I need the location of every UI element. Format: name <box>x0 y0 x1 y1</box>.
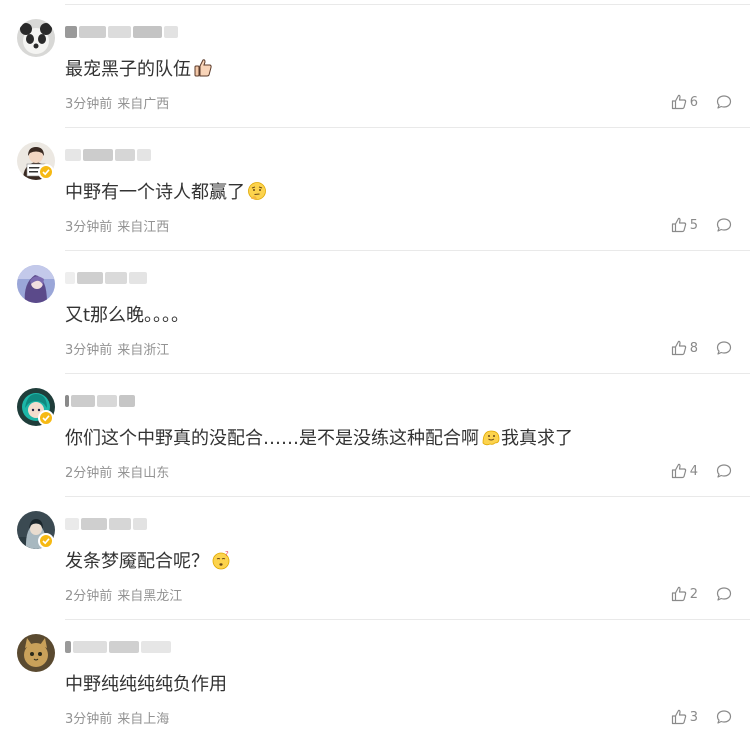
comment-meta: 2分钟前 来自黑龙江 <box>65 588 182 606</box>
comment-meta: 3分钟前 来自江西 <box>65 219 169 237</box>
comment-item: 最宠黑子的队伍 3分钟前 来自广西 6 <box>0 5 750 128</box>
reply-button[interactable] <box>716 586 732 602</box>
username-blurred[interactable] <box>65 22 180 42</box>
comment-text: 中野纯纯纯纯负作用 <box>65 674 227 695</box>
comment-item: 发条梦魇配合呢？? 2分钟前 来自黑龙江 2 <box>0 497 750 620</box>
comment-text: 发条梦魇配合呢？? <box>65 549 231 578</box>
comment-icon <box>716 218 732 232</box>
comment-location: 来自浙江 <box>117 343 170 358</box>
verified-badge-icon <box>38 164 54 180</box>
comment-location: 来自山东 <box>117 466 170 481</box>
like-count: 5 <box>689 217 698 233</box>
like-button[interactable]: 4 <box>671 463 698 479</box>
reply-button[interactable] <box>716 217 732 233</box>
reply-button[interactable] <box>716 94 732 110</box>
username-blurred[interactable] <box>65 391 180 411</box>
user-avatar[interactable] <box>17 19 55 57</box>
comment-time: 2分钟前 <box>65 466 113 481</box>
thumbs-up-icon <box>671 340 686 356</box>
like-count: 2 <box>689 586 698 602</box>
comment-time: 2分钟前 <box>65 589 113 604</box>
comment-location: 来自上海 <box>117 712 170 727</box>
username-blurred[interactable] <box>65 637 180 657</box>
comment-icon <box>716 464 732 478</box>
user-avatar[interactable] <box>17 634 55 672</box>
like-button[interactable]: 6 <box>671 94 698 110</box>
comment-location: 来自江西 <box>117 220 170 235</box>
comment-time: 3分钟前 <box>65 712 113 727</box>
username-blurred[interactable] <box>65 514 180 534</box>
comment-item: 你们这个中野真的没配合……是不是没练这种配合啊 我真求了 2分钟前 来自山东 4 <box>0 374 750 497</box>
thumbs-up-icon <box>671 463 686 479</box>
thumbs-up-icon <box>671 709 686 725</box>
comment-meta: 3分钟前 来自浙江 <box>65 342 169 360</box>
like-count: 6 <box>689 94 698 110</box>
comment-time: 3分钟前 <box>65 343 113 358</box>
like-button[interactable]: 3 <box>671 709 698 725</box>
comment-icon <box>716 587 732 601</box>
comment-time: 3分钟前 <box>65 97 113 112</box>
thumbs-up-icon <box>671 586 686 602</box>
comment-icon <box>716 710 732 724</box>
reply-button[interactable] <box>716 463 732 479</box>
thumbs-up-emoji <box>193 58 213 86</box>
verified-badge-icon <box>38 533 54 549</box>
like-count: 3 <box>689 709 698 725</box>
comment-meta: 3分钟前 来自上海 <box>65 711 169 729</box>
verified-badge-icon <box>38 410 54 426</box>
comment-icon <box>716 95 732 109</box>
svg-text:?: ? <box>225 550 229 558</box>
like-count: 8 <box>689 340 698 356</box>
comment-location: 来自广西 <box>117 97 170 112</box>
confused-face-emoji: ? <box>211 550 231 578</box>
comment-icon <box>716 341 732 355</box>
comment-meta: 2分钟前 来自山东 <box>65 465 169 483</box>
comment-text: 你们这个中野真的没配合……是不是没练这种配合啊 我真求了 <box>65 426 573 455</box>
thinking-face-emoji <box>247 181 267 209</box>
comment-text: 又t那么晚。。。。 <box>65 305 190 326</box>
melting-face-emoji <box>481 427 501 455</box>
comment-text: 最宠黑子的队伍 <box>65 57 213 86</box>
like-button[interactable]: 5 <box>671 217 698 233</box>
like-count: 4 <box>689 463 698 479</box>
username-blurred[interactable] <box>65 268 180 288</box>
thumbs-up-icon <box>671 94 686 110</box>
comment-text: 中野有一个诗人都赢了 <box>65 180 267 209</box>
comment-meta: 3分钟前 来自广西 <box>65 96 169 114</box>
thumbs-up-icon <box>671 217 686 233</box>
reply-button[interactable] <box>716 340 732 356</box>
reply-button[interactable] <box>716 709 732 725</box>
username-blurred[interactable] <box>65 145 180 165</box>
user-avatar[interactable] <box>17 265 55 303</box>
comment-item: 中野有一个诗人都赢了 3分钟前 来自江西 5 <box>0 128 750 251</box>
comment-time: 3分钟前 <box>65 220 113 235</box>
comment-location: 来自黑龙江 <box>117 589 183 604</box>
like-button[interactable]: 8 <box>671 340 698 356</box>
like-button[interactable]: 2 <box>671 586 698 602</box>
comment-item: 又t那么晚。。。。 3分钟前 来自浙江 8 <box>0 251 750 374</box>
comment-item: 中野纯纯纯纯负作用 3分钟前 来自上海 3 <box>0 620 750 743</box>
